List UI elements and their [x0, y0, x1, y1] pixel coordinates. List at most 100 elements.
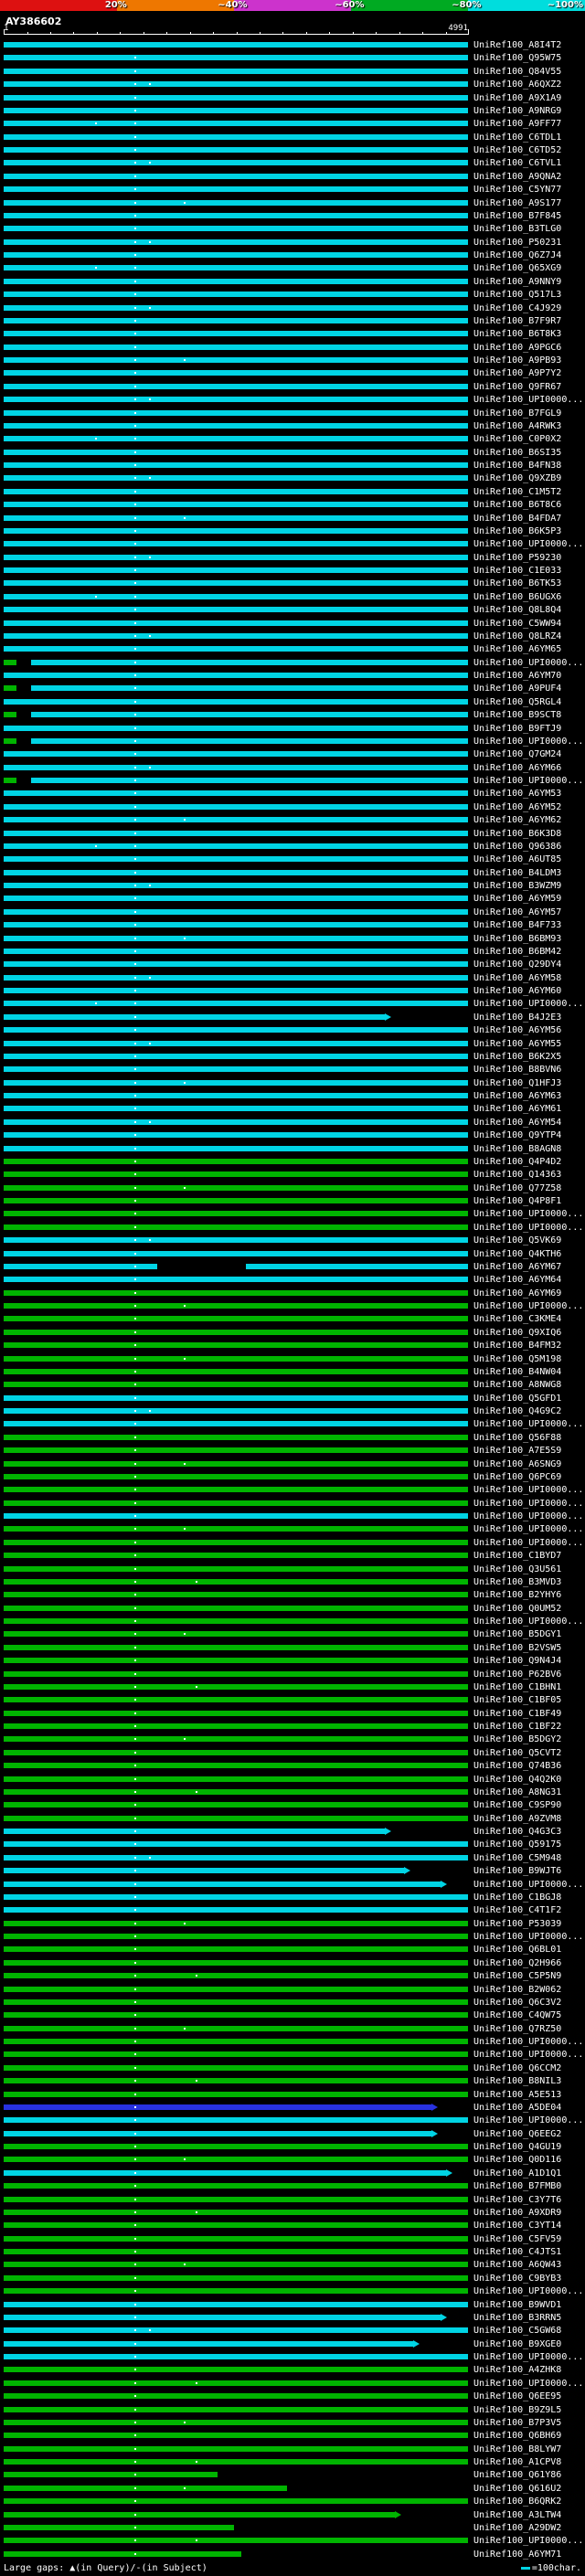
hit-bar[interactable]: [4, 226, 468, 231]
hit-bar[interactable]: [4, 2026, 468, 2031]
hit-bar[interactable]: [4, 305, 468, 311]
hit-label[interactable]: UniRef100_A6YM55: [473, 1039, 561, 1049]
hit-label[interactable]: UniRef100_UPI0000...: [473, 2352, 583, 2362]
hit-bar[interactable]: [31, 685, 468, 691]
hit-label[interactable]: UniRef100_Q3U561: [473, 1564, 561, 1574]
hit-label[interactable]: UniRef100_A6YM61: [473, 1104, 561, 1114]
hit-bar[interactable]: [4, 2144, 468, 2149]
hit-bar[interactable]: [4, 1027, 468, 1033]
hit-label[interactable]: UniRef100_Q0UM52: [473, 1604, 561, 1614]
hit-bar[interactable]: [4, 2183, 468, 2189]
hit-bar[interactable]: [4, 856, 468, 862]
hit-label[interactable]: UniRef100_C1BF22: [473, 1722, 561, 1732]
hit-label[interactable]: UniRef100_B4FN38: [473, 461, 561, 471]
hit-label[interactable]: UniRef100_B6K5P3: [473, 526, 561, 536]
hit-label[interactable]: UniRef100_A1D1Q1: [473, 2168, 561, 2178]
hit-label[interactable]: UniRef100_A8NG31: [473, 1787, 561, 1797]
hit-bar[interactable]: [4, 909, 468, 915]
hit-bar[interactable]: [4, 646, 468, 652]
hit-bar[interactable]: [4, 2472, 218, 2477]
hit-bar[interactable]: [4, 2459, 468, 2465]
hit-bar[interactable]: [4, 673, 468, 678]
hit-label[interactable]: UniRef100_Q96386: [473, 842, 561, 852]
hit-label[interactable]: UniRef100_Q4Q2K0: [473, 1775, 561, 1785]
hit-bar[interactable]: [4, 817, 468, 822]
hit-label[interactable]: UniRef100_Q6BH69: [473, 2431, 561, 2441]
hit-bar[interactable]: [4, 2354, 468, 2359]
hit-bar[interactable]: [4, 1054, 468, 1059]
hit-bar[interactable]: [4, 2170, 446, 2176]
hit-bar[interactable]: [4, 975, 468, 981]
hit-bar[interactable]: [4, 2262, 468, 2267]
hit-label[interactable]: UniRef100_A9QNA2: [473, 172, 561, 182]
hit-label[interactable]: UniRef100_A6YM60: [473, 986, 561, 996]
hit-label[interactable]: UniRef100_UPI0000...: [473, 1932, 583, 1942]
hit-label[interactable]: UniRef100_B7FMB0: [473, 2181, 561, 2191]
hit-bar[interactable]: [4, 1395, 468, 1401]
hit-label[interactable]: UniRef100_UPI0000...: [473, 2037, 583, 2047]
hit-bar[interactable]: [31, 712, 468, 717]
hit-label[interactable]: UniRef100_A9PGC6: [473, 343, 561, 353]
hit-label[interactable]: UniRef100_C1BGJ8: [473, 1892, 561, 1903]
hit-label[interactable]: UniRef100_C5FV59: [473, 2234, 561, 2244]
hit-label[interactable]: UniRef100_B6SI35: [473, 448, 561, 458]
hit-label[interactable]: UniRef100_A6YM56: [473, 1025, 561, 1035]
hit-label[interactable]: UniRef100_UPI0000...: [473, 1524, 583, 1534]
hit-bar[interactable]: [4, 489, 468, 494]
hit-bar[interactable]: [4, 1789, 468, 1795]
hit-label[interactable]: UniRef100_A9X1A9: [473, 93, 561, 103]
hit-bar[interactable]: [31, 738, 468, 744]
hit-label[interactable]: UniRef100_A9P7Y2: [473, 368, 561, 378]
hit-bar[interactable]: [4, 1171, 468, 1177]
hit-label[interactable]: UniRef100_Q4P4D2: [473, 1157, 561, 1167]
hit-label[interactable]: UniRef100_C3YT14: [473, 2221, 561, 2231]
hit-label[interactable]: UniRef100_UPI0000...: [473, 2050, 583, 2060]
hit-label[interactable]: UniRef100_P59230: [473, 553, 561, 563]
hit-bar[interactable]: [4, 1330, 468, 1335]
hit-bar[interactable]: [4, 555, 468, 560]
hit-bar[interactable]: [4, 1553, 468, 1558]
hit-label[interactable]: UniRef100_Q0D116: [473, 2155, 561, 2165]
hit-bar[interactable]: [4, 1001, 468, 1006]
hit-bar[interactable]: [4, 1934, 468, 1939]
hit-bar[interactable]: [4, 1671, 468, 1677]
hit-bar[interactable]: [4, 108, 468, 113]
hit-label[interactable]: UniRef100_B4FDA7: [473, 514, 561, 524]
hit-bar[interactable]: [4, 1894, 468, 1900]
hit-label[interactable]: UniRef100_C6TD52: [473, 145, 561, 155]
hit-bar[interactable]: [4, 2446, 468, 2452]
hit-bar[interactable]: [4, 384, 468, 389]
hit-label[interactable]: UniRef100_Q56F88: [473, 1433, 561, 1443]
hit-label[interactable]: UniRef100_A3LTW4: [473, 2510, 561, 2520]
hit-label[interactable]: UniRef100_A5E513: [473, 2090, 561, 2100]
hit-label[interactable]: UniRef100_A8I4T2: [473, 40, 561, 50]
hit-bar[interactable]: [4, 1566, 468, 1572]
hit-bar[interactable]: [4, 922, 468, 928]
hit-label[interactable]: UniRef100_A6YM59: [473, 894, 561, 904]
hit-label[interactable]: UniRef100_Q7GM24: [473, 749, 561, 759]
hit-label[interactable]: UniRef100_UPI0000...: [473, 776, 583, 786]
hit-bar[interactable]: [4, 1868, 404, 1873]
hit-bar[interactable]: [4, 1526, 468, 1532]
hit-bar[interactable]: [4, 1066, 468, 1072]
hit-bar[interactable]: [4, 1907, 468, 1913]
hit-bar[interactable]: [4, 410, 468, 416]
hit-bar[interactable]: [4, 843, 468, 849]
hit-bar[interactable]: [4, 2117, 468, 2123]
hit-bar[interactable]: [4, 1540, 468, 1545]
hit-bar[interactable]: [31, 660, 468, 665]
hit-label[interactable]: UniRef100_Q9N4J4: [473, 1656, 561, 1666]
hit-bar[interactable]: [246, 1264, 468, 1269]
hit-bar[interactable]: [4, 831, 468, 836]
hit-bar[interactable]: [4, 1579, 468, 1585]
hit-bar[interactable]: [4, 633, 468, 639]
hit-bar[interactable]: [4, 1382, 468, 1387]
hit-bar[interactable]: [4, 121, 468, 126]
hit-label[interactable]: UniRef100_B8NIL3: [473, 2076, 561, 2086]
hit-bar[interactable]: [4, 1237, 468, 1243]
hit-label[interactable]: UniRef100_B9WVD1: [473, 2300, 561, 2310]
hit-label[interactable]: UniRef100_C3Y7T6: [473, 2195, 561, 2205]
hit-bar[interactable]: [4, 436, 468, 441]
hit-label[interactable]: UniRef100_B6T8K3: [473, 329, 561, 339]
hit-label[interactable]: UniRef100_Q4KTH6: [473, 1249, 561, 1259]
